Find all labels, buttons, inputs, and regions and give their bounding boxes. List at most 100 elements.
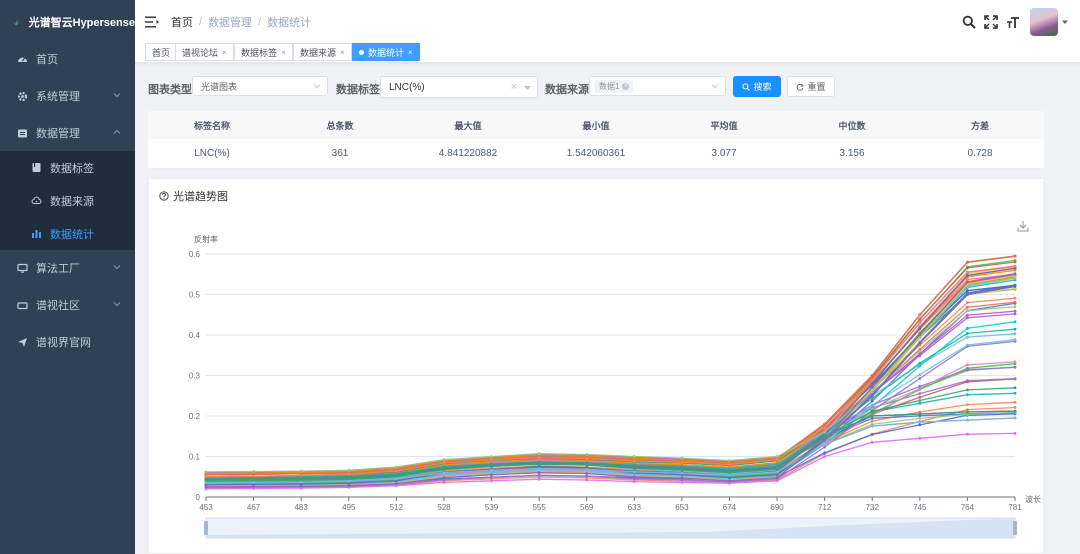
sidebar-item-community[interactable]: 谱视社区	[0, 287, 135, 323]
series-point	[585, 457, 589, 460]
sidebar-item-home[interactable]: 首页	[0, 41, 135, 77]
hamburger-icon[interactable]	[145, 16, 159, 28]
search-icon[interactable]	[962, 15, 976, 29]
series-point	[870, 399, 874, 403]
tab-data-stats[interactable]: 数据统计 ×	[352, 43, 420, 61]
series-point	[918, 412, 922, 416]
app-logo[interactable]: 光谱智云Hypersense	[0, 0, 135, 44]
close-icon[interactable]: ×	[281, 48, 286, 57]
x-tick-label: 690	[770, 503, 784, 512]
caret-down-icon[interactable]	[1062, 19, 1068, 25]
tab-home[interactable]: 首页	[145, 43, 178, 61]
chart-type-label: 图表类型	[148, 84, 192, 96]
search-button[interactable]: 搜索	[733, 76, 781, 97]
chevron-down-icon	[313, 84, 321, 89]
series-point	[442, 466, 446, 470]
close-icon[interactable]: ×	[408, 48, 413, 57]
sidebar-item-data-tags[interactable]: 数据标签	[0, 151, 135, 184]
download-icon[interactable]	[1017, 220, 1029, 232]
chart-type-value: 光谱图表	[201, 81, 238, 92]
series-point	[1013, 264, 1017, 268]
font-size-icon[interactable]	[1006, 15, 1020, 29]
stats-header-cell: 总条数	[326, 120, 354, 131]
chart-type-select[interactable]: 光谱图表	[192, 76, 328, 96]
sidebar-item-data-management[interactable]: 数据管理	[0, 115, 135, 151]
sidebar-item-official-site[interactable]: 谱视界官网	[0, 324, 135, 360]
send-icon	[16, 336, 28, 348]
series-point	[775, 455, 779, 458]
series-point	[966, 332, 969, 335]
x-axis-label: 波长	[1025, 494, 1041, 504]
series-point	[442, 476, 446, 479]
series-point	[823, 434, 826, 438]
refresh-icon	[797, 83, 805, 91]
x-tick-label: 633	[628, 503, 642, 512]
fullscreen-icon[interactable]	[984, 15, 998, 29]
series-point	[870, 409, 874, 413]
series-point	[966, 301, 969, 304]
series-line	[205, 274, 1016, 482]
sidebar-item-data-sources[interactable]: 数据来源	[0, 184, 135, 217]
close-icon[interactable]: ×	[340, 48, 345, 57]
series-point	[1013, 254, 1017, 258]
series-point	[1013, 309, 1017, 313]
user-avatar[interactable]	[1030, 8, 1058, 36]
series-point	[918, 349, 922, 353]
series-point	[870, 390, 874, 394]
series-point	[966, 289, 969, 292]
data-source-select[interactable]: 数据1 ×	[589, 76, 726, 96]
sidebar-item-label: 数据标签	[50, 162, 94, 175]
community-icon	[16, 299, 28, 311]
series-point	[347, 468, 351, 472]
series-point	[728, 459, 731, 462]
tab-data-tags[interactable]: 数据标签 ×	[234, 43, 293, 61]
series-point	[680, 466, 684, 470]
sidebar-item-algorithm-factory[interactable]: 算法工厂	[0, 250, 135, 286]
reset-button-label: 重置	[807, 82, 826, 92]
series-point	[442, 481, 446, 484]
data-tag-select[interactable]: LNC(%) ×	[380, 76, 538, 98]
monitor-icon	[16, 262, 28, 274]
series-point	[252, 477, 255, 480]
close-icon[interactable]: ×	[222, 48, 227, 57]
breadcrumb-item-home[interactable]: 首页	[171, 14, 193, 30]
series-point	[632, 475, 636, 479]
x-tick-label: 555	[532, 503, 546, 512]
series-point	[347, 479, 351, 483]
series-point	[966, 293, 969, 296]
series-point	[966, 368, 969, 372]
stats-cell-max: 4.841220882	[438, 148, 498, 159]
clear-icon[interactable]: ×	[511, 81, 517, 93]
series-line	[205, 297, 1016, 474]
series-point	[537, 461, 541, 464]
series-point	[918, 417, 922, 420]
tab-data-sources[interactable]: 数据来源 ×	[293, 43, 352, 61]
tab-label: 首页	[152, 47, 171, 58]
sidebar-item-label: 谱视社区	[36, 300, 80, 312]
series-point	[918, 361, 922, 365]
series-point	[1013, 320, 1017, 324]
series-point	[395, 469, 398, 473]
series-point	[728, 463, 731, 466]
series-point	[870, 378, 874, 381]
series-point	[347, 472, 351, 476]
series-point	[870, 433, 874, 436]
series-line	[205, 266, 1016, 483]
series-point	[442, 458, 446, 462]
series-point	[966, 335, 969, 339]
y-axis-label: 反射率	[194, 234, 218, 244]
reset-button[interactable]: 重置	[787, 76, 835, 97]
spectrum-chart[interactable]: 反射率 0 0.1 0.2 0.3 0.4 0.5 0.6 453 467 483 495 512 528…	[149, 179, 1045, 554]
series-point	[918, 423, 922, 427]
series-point	[870, 419, 874, 423]
series-point	[252, 485, 255, 488]
datazoom-handle-left	[204, 521, 208, 535]
chevron-down-icon	[113, 265, 121, 270]
tab-forum[interactable]: 谱视论坛 ×	[175, 43, 234, 61]
sidebar-item-system[interactable]: 系统管理	[0, 78, 135, 114]
chip-close-icon[interactable]: ×	[622, 82, 630, 90]
sidebar-item-data-stats[interactable]: 数据统计	[0, 217, 135, 250]
search-icon	[742, 82, 751, 91]
data-source-chip[interactable]: 数据1 ×	[595, 79, 634, 93]
series-point	[918, 354, 922, 357]
